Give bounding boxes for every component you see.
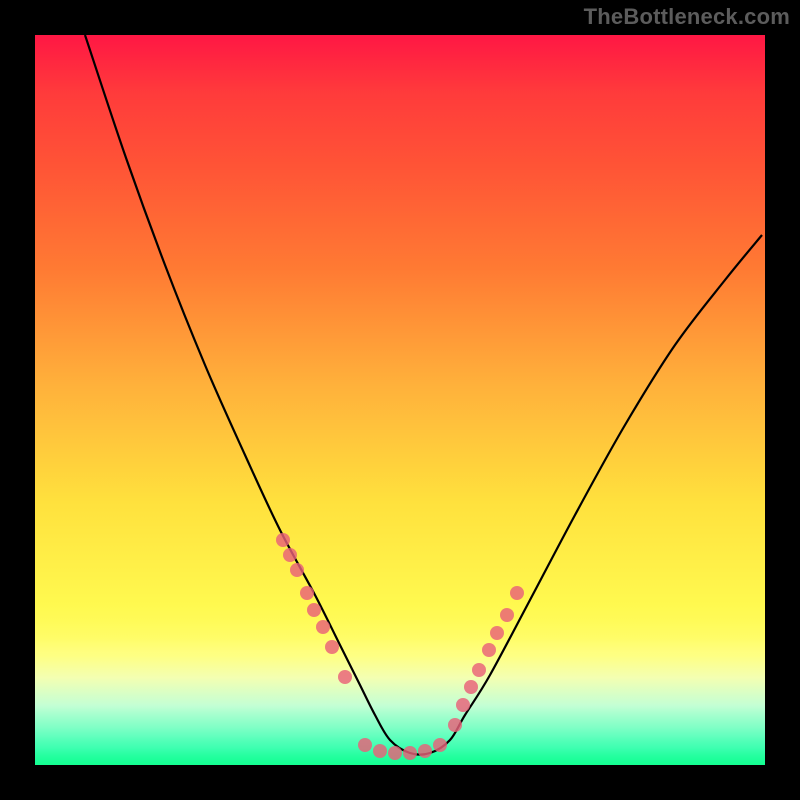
data-point xyxy=(300,586,314,600)
data-point xyxy=(338,670,352,684)
data-point xyxy=(433,738,447,752)
data-point xyxy=(373,744,387,758)
data-point xyxy=(358,738,372,752)
data-point xyxy=(276,533,290,547)
data-point xyxy=(316,620,330,634)
data-point xyxy=(464,680,478,694)
data-point xyxy=(290,563,304,577)
data-point xyxy=(510,586,524,600)
bottleneck-curve xyxy=(85,35,762,755)
data-point xyxy=(325,640,339,654)
data-point xyxy=(388,746,402,760)
data-point xyxy=(418,744,432,758)
data-point xyxy=(283,548,297,562)
data-points-right xyxy=(448,586,524,732)
data-points-left xyxy=(276,533,352,684)
data-point xyxy=(403,746,417,760)
data-points-bottom xyxy=(358,738,447,760)
data-point xyxy=(307,603,321,617)
data-point xyxy=(500,608,514,622)
data-point xyxy=(482,643,496,657)
data-point xyxy=(490,626,504,640)
data-point xyxy=(448,718,462,732)
data-point xyxy=(472,663,486,677)
chart-svg xyxy=(35,35,765,765)
bottom-color-bands xyxy=(35,620,765,765)
plot-area xyxy=(35,35,765,765)
chart-frame: TheBottleneck.com xyxy=(0,0,800,800)
data-point xyxy=(456,698,470,712)
watermark-text: TheBottleneck.com xyxy=(584,4,790,30)
